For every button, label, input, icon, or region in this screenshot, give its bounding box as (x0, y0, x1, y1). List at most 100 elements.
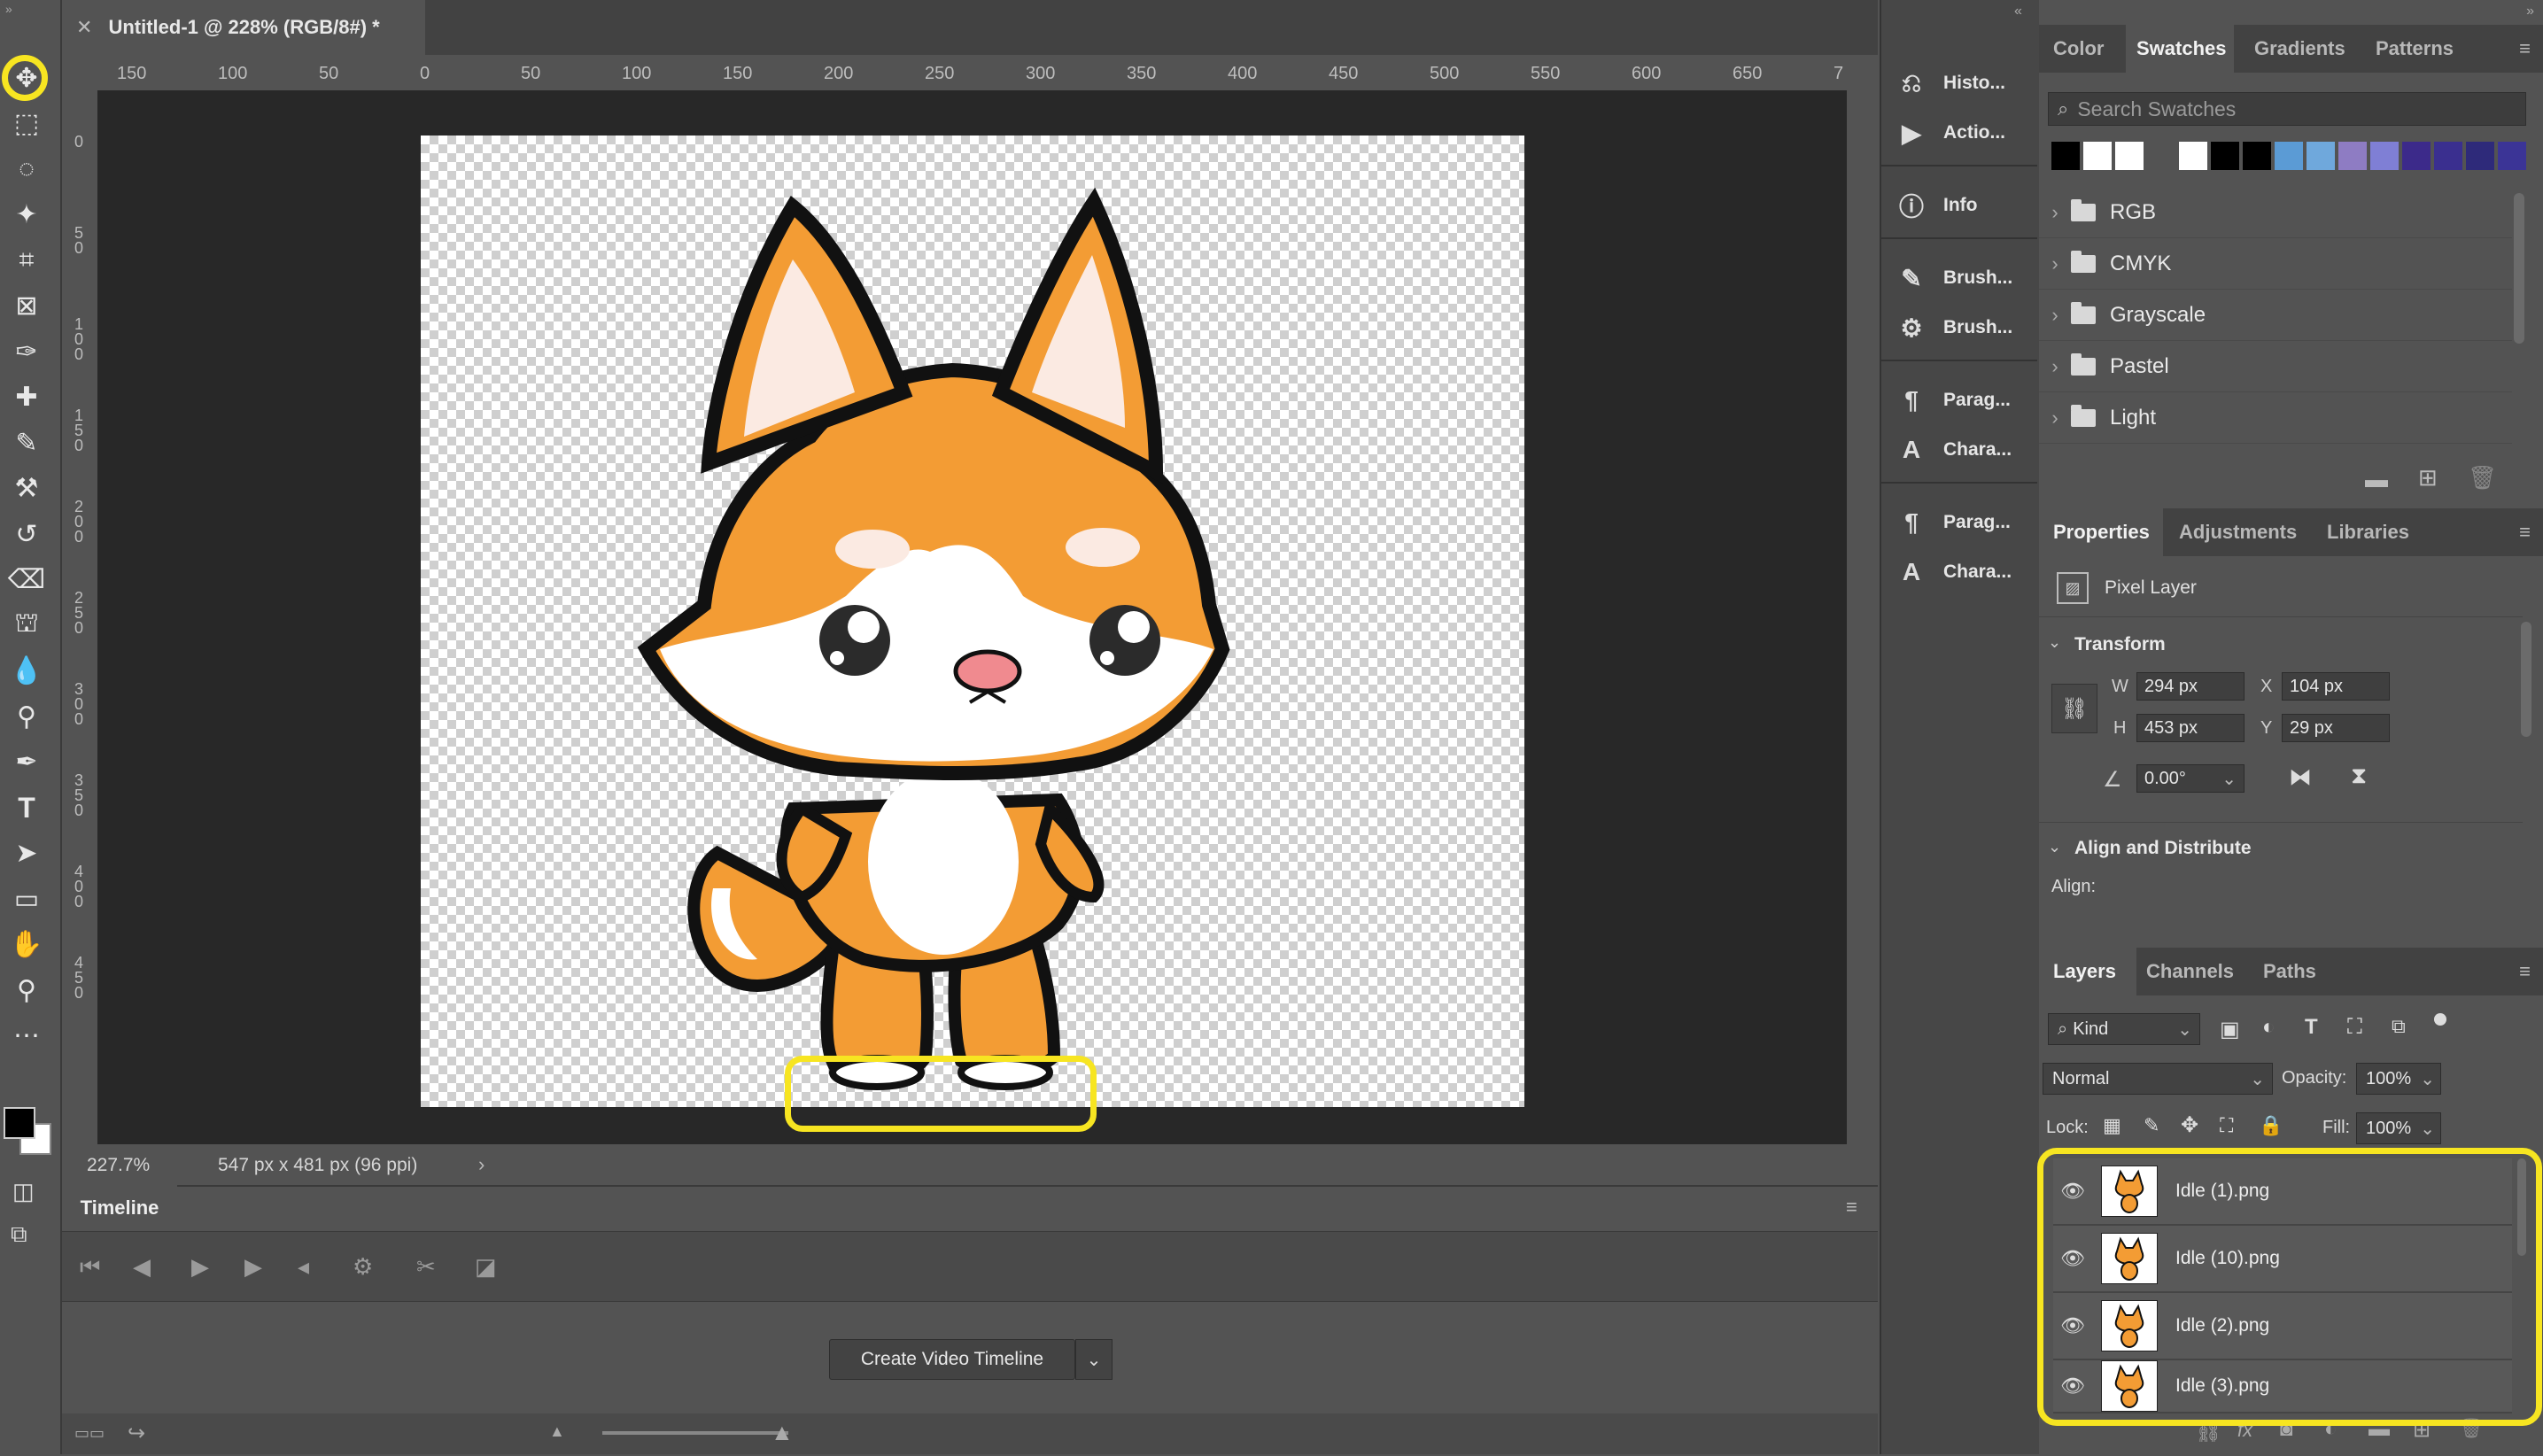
blend-mode-dropdown[interactable]: Normal ⌄ (2043, 1063, 2273, 1095)
lock-artboard-icon[interactable]: ⛶ (2220, 1114, 2233, 1137)
tab-libraries[interactable]: Libraries (2327, 521, 2409, 544)
delete-trash-icon[interactable]: 🗑 (2468, 464, 2497, 492)
eyedropper-tool-icon[interactable]: ✑ (7, 332, 46, 371)
quick-mask-icon[interactable]: ◫ (12, 1178, 35, 1205)
swatches-menu-icon[interactable]: ≡ (2519, 37, 2531, 60)
chevron-right-icon[interactable]: › (2039, 355, 2071, 378)
swatch-group-light[interactable]: › Light (2039, 393, 2512, 444)
brush-tool-icon[interactable]: ✎ (7, 423, 46, 462)
eraser-tool-icon[interactable]: ⌫ (7, 561, 46, 600)
history-brush-tool-icon[interactable]: ↺ (7, 515, 46, 554)
flip-vertical-icon[interactable]: ⧗ (2351, 762, 2367, 790)
zoom-tool-icon[interactable]: ⚲ (7, 971, 46, 1010)
type-tool-icon[interactable]: T (7, 788, 46, 827)
height-field[interactable]: 453 px (2136, 714, 2245, 742)
transition-icon[interactable]: ◪ (475, 1253, 497, 1281)
link-chain-icon[interactable]: ⛓ (2051, 684, 2097, 733)
angle-field[interactable]: 0.00° ⌄ (2136, 764, 2245, 793)
magic-wand-tool-icon[interactable]: ✦ (7, 196, 46, 235)
swatch-group-rgb[interactable]: › RGB (2039, 188, 2512, 238)
tab-patterns[interactable]: Patterns (2376, 37, 2454, 60)
audio-icon[interactable]: ◂ (298, 1253, 309, 1281)
document-canvas[interactable] (421, 136, 1524, 1107)
smart-object-filter-icon[interactable]: ⧉ (2392, 1015, 2406, 1038)
zoom-in-mountain-icon[interactable]: ▲ (771, 1419, 794, 1446)
swatch[interactable] (2115, 142, 2144, 170)
shape-filter-icon[interactable]: ⛶ (2347, 1015, 2362, 1040)
swatch[interactable] (2434, 142, 2462, 170)
path-selection-tool-icon[interactable]: ➤ (7, 834, 46, 873)
tab-channels[interactable]: Channels (2146, 960, 2234, 983)
timeline-tab[interactable]: Timeline (62, 1185, 177, 1231)
swatch[interactable] (2147, 142, 2175, 170)
lock-all-icon[interactable]: 🔒 (2259, 1114, 2283, 1137)
crop-tool-icon[interactable]: ⌗ (7, 241, 46, 280)
dock-item[interactable]: A Chara... (1896, 434, 2012, 466)
align-distribute-title[interactable]: Align and Distribute (2074, 838, 2252, 859)
dock-item[interactable]: ⚙ Brush... (1896, 312, 2012, 344)
first-frame-icon[interactable]: ⏮ (80, 1253, 100, 1282)
dock-item[interactable]: ¶ Parag... (1896, 507, 2011, 538)
swatch[interactable] (2083, 142, 2112, 170)
flip-horizontal-icon[interactable]: ⧓ (2289, 763, 2312, 791)
dodge-tool-icon[interactable]: ⚲ (7, 697, 46, 736)
tab-color[interactable]: Color (2053, 37, 2104, 60)
transform-chevron-icon[interactable]: ⌄ (2048, 633, 2061, 652)
transform-title[interactable]: Transform (2074, 634, 2166, 655)
properties-menu-icon[interactable]: ≡ (2519, 521, 2531, 544)
tab-swatches[interactable]: Swatches (2136, 37, 2227, 60)
collapse-icon[interactable]: » (5, 2, 12, 16)
dock-item[interactable]: ▶ Actio... (1896, 117, 2005, 149)
properties-scrollbar[interactable] (2521, 622, 2531, 737)
zoom-slider[interactable] (602, 1431, 788, 1435)
swatch-group-grayscale[interactable]: › Grayscale (2039, 290, 2512, 341)
zoom-level[interactable]: 227.7% (87, 1155, 150, 1176)
dock-item[interactable]: ¶ Parag... (1896, 384, 2011, 416)
screen-mode-icon[interactable]: ⧉ (11, 1220, 27, 1249)
play-icon[interactable]: ▶ (191, 1253, 209, 1281)
zoom-out-mountain-icon[interactable]: ▲ (549, 1422, 565, 1441)
split-scissors-icon[interactable]: ✂ (416, 1253, 436, 1281)
swatch[interactable] (2402, 142, 2431, 170)
x-field[interactable]: 104 px (2282, 672, 2390, 701)
align-chevron-icon[interactable]: ⌄ (2048, 838, 2061, 856)
lock-transparent-icon[interactable]: ▦ (2103, 1114, 2121, 1137)
timeline-type-dropdown-icon[interactable]: ⌄ (1075, 1339, 1113, 1380)
hand-tool-icon[interactable]: ✋ (7, 925, 46, 964)
filter-kind-dropdown[interactable]: ⌕ Kind ⌄ (2048, 1013, 2200, 1045)
dock-item[interactable]: ⓘ Info (1896, 190, 1978, 221)
frame-view-icon[interactable]: ▭▭ (74, 1424, 105, 1443)
layers-menu-icon[interactable]: ≡ (2519, 960, 2531, 983)
lock-image-brush-icon[interactable]: ✎ (2144, 1114, 2159, 1137)
previous-frame-icon[interactable]: ◀ (133, 1253, 151, 1281)
width-field[interactable]: 294 px (2136, 672, 2245, 701)
opacity-field[interactable]: 100% ⌄ (2356, 1063, 2441, 1095)
close-tab-icon[interactable]: ✕ (76, 16, 92, 39)
chevron-right-icon[interactable]: › (2039, 252, 2071, 275)
swatch-group-cmyk[interactable]: › CMYK (2039, 239, 2512, 290)
status-menu-chevron-icon[interactable]: › (478, 1153, 485, 1176)
swatch[interactable] (2243, 142, 2271, 170)
lasso-tool-icon[interactable]: ◌ (7, 150, 46, 189)
adjustment-filter-icon[interactable]: ◐ (2262, 1015, 2276, 1040)
blur-tool-icon[interactable]: 💧 (7, 652, 46, 691)
next-frame-icon[interactable]: ▶ (244, 1253, 262, 1281)
pen-tool-icon[interactable]: ✒ (7, 743, 46, 782)
rectangle-tool-icon[interactable]: ▭ (7, 879, 46, 918)
dock-item[interactable]: A Chara... (1896, 556, 2012, 588)
new-swatch-icon[interactable]: ⊞ (2418, 464, 2438, 492)
healing-brush-tool-icon[interactable]: ✚ (7, 378, 46, 417)
angle-dropdown-icon[interactable]: ⌄ (2221, 768, 2237, 790)
tab-layers[interactable]: Layers (2053, 960, 2116, 983)
frame-tool-icon[interactable]: ⊠ (7, 287, 46, 326)
lock-position-icon[interactable]: ✥ (2181, 1112, 2198, 1138)
swatches-search-input[interactable]: ⌕ Search Swatches (2048, 92, 2526, 126)
convert-arrow-icon[interactable]: ↪ (128, 1421, 145, 1446)
swatch[interactable] (2338, 142, 2367, 170)
create-video-timeline-button[interactable]: Create Video Timeline (829, 1339, 1075, 1380)
collapse-dock-icon[interactable]: « (2014, 4, 2022, 19)
swatches-scrollbar[interactable] (2514, 193, 2524, 344)
swatch[interactable] (2179, 142, 2207, 170)
marquee-tool-icon[interactable]: ⬚ (7, 105, 46, 143)
new-group-folder-icon[interactable]: ▬ (2365, 466, 2388, 493)
